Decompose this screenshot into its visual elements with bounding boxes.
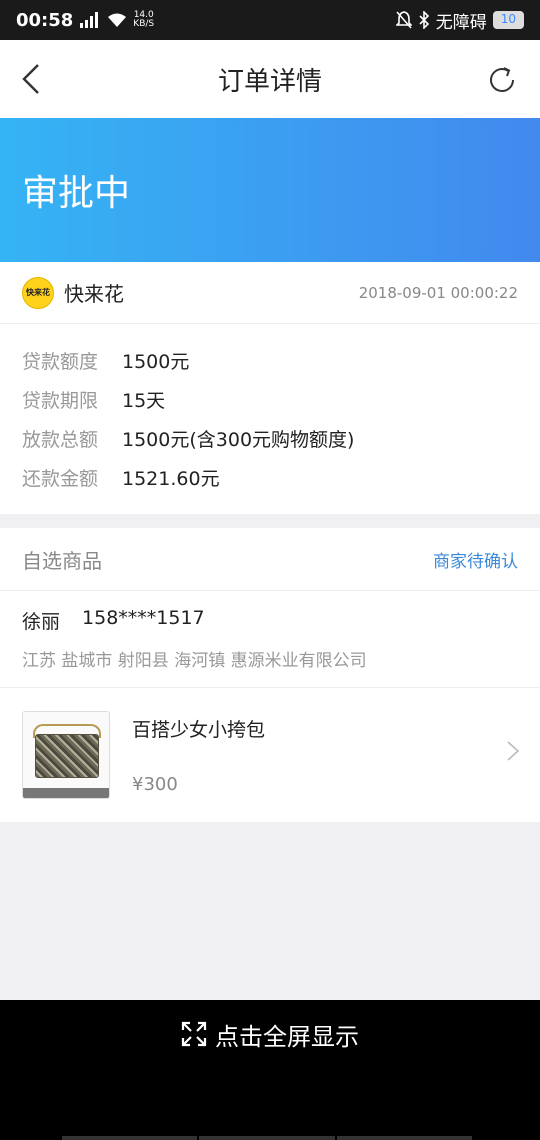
goods-card: 自选商品 商家待确认 徐丽 158****1517 江苏 盐城市 射阳县 海河镇… [0, 528, 540, 822]
refresh-icon[interactable] [486, 64, 518, 96]
receiver-phone: 158****1517 [82, 607, 205, 629]
detail-label: 还款金额 [22, 468, 99, 490]
status-right: 无障碍 10 [395, 8, 524, 33]
network-speed-unit: KB/S [133, 19, 155, 29]
order-time: 2018-09-01 00:00:22 [358, 283, 518, 302]
chevron-right-icon [507, 741, 520, 761]
detail-label: 放款总额 [22, 429, 99, 451]
nav-segment [199, 1136, 335, 1140]
fullscreen-button[interactable]: 点击全屏显示 [0, 1014, 540, 1054]
detail-label: 贷款额度 [22, 351, 99, 373]
detail-value: 1521.60元 [122, 468, 220, 490]
goods-section-title: 自选商品 [22, 548, 102, 573]
receiver-info: 徐丽 158****1517 [22, 607, 518, 634]
detail-row: 贷款期限 15天 [22, 380, 518, 419]
detail-value: 1500元 [122, 351, 190, 373]
nav-segment [62, 1136, 198, 1140]
merchant-row: 快来花 快来花 2018-09-01 00:00:22 [0, 262, 540, 324]
app-bar: 订单详情 [0, 40, 540, 118]
nav-indicators [62, 1136, 472, 1140]
address-block: 徐丽 158****1517 江苏 盐城市 射阳县 海河镇 惠源米业有限公司 [0, 591, 540, 688]
image-caption-strip [23, 787, 109, 798]
detail-value: 15天 [122, 390, 166, 412]
page-title: 订单详情 [217, 66, 322, 97]
receiver-address: 江苏 盐城市 射阳县 海河镇 惠源米业有限公司 [22, 651, 367, 671]
merchant-name: 快来花 [64, 282, 124, 306]
loan-details: 贷款额度 1500元 贷款期限 15天 放款总额 1500元(含300元购物额度… [0, 324, 540, 497]
merchant-confirm-status[interactable]: 商家待确认 [433, 547, 518, 572]
mute-bell-icon [395, 11, 412, 29]
content-area: 快来花 快来花 2018-09-01 00:00:22 贷款额度 1500元 贷… [0, 262, 540, 1000]
detail-label: 贷款期限 [22, 390, 99, 412]
loan-card: 快来花 快来花 2018-09-01 00:00:22 贷款额度 1500元 贷… [0, 262, 540, 514]
network-speed: 14.0 KB/S [133, 11, 154, 29]
nav-segment [336, 1136, 472, 1140]
product-image [22, 710, 110, 799]
status-time: 00:58 [16, 9, 74, 31]
receiver-name: 徐丽 [22, 611, 61, 633]
detail-row: 贷款额度 1500元 [22, 341, 518, 380]
merchant-logo-text: 快来花 [26, 288, 50, 297]
merchant-logo: 快来花 [22, 276, 54, 309]
signal-icon [80, 12, 99, 28]
product-name: 百搭少女小挎包 [132, 718, 266, 741]
detail-row: 还款金额 1521.60元 [22, 458, 518, 497]
product-info: 百搭少女小挎包 ¥300 [132, 711, 265, 799]
status-bar: 00:58 14.0 KB/S 无障碍 10 [0, 0, 540, 40]
status-banner: 审批中 [0, 118, 540, 262]
expand-icon [181, 1021, 207, 1047]
product-row[interactable]: 百搭少女小挎包 ¥300 [0, 688, 540, 821]
back-arrow-icon[interactable] [18, 62, 48, 96]
battery-icon: 10 [492, 11, 524, 29]
detail-row: 放款总额 1500元(含300元购物额度) [22, 419, 518, 458]
accessibility-label: 无障碍 [435, 12, 487, 33]
product-price: ¥300 [132, 773, 178, 795]
fullscreen-label: 点击全屏显示 [215, 1022, 359, 1051]
fullscreen-bar: 点击全屏显示 [0, 1000, 540, 1140]
detail-value: 1500元(含300元购物额度) [122, 429, 355, 451]
wifi-icon [108, 13, 127, 27]
status-left: 00:58 14.0 KB/S [16, 10, 154, 31]
bag-body [35, 733, 99, 778]
bluetooth-icon [419, 11, 429, 29]
goods-header: 自选商品 商家待确认 [0, 528, 540, 591]
approval-status: 审批中 [22, 173, 131, 214]
